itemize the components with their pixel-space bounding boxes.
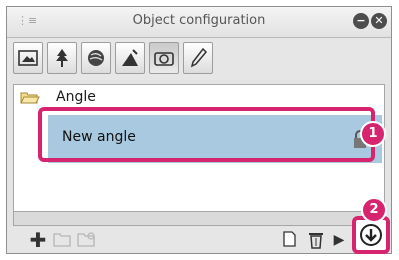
title-bar[interactable]: ⋮≡ Object configuration − ✕ <box>7 7 391 38</box>
pen-icon <box>190 47 208 68</box>
folder-settings-icon[interactable] <box>77 230 97 250</box>
tree-icon <box>56 49 68 67</box>
tab-camera[interactable] <box>149 42 179 74</box>
delete-icon[interactable] <box>307 230 325 250</box>
object-toolbar <box>7 38 391 80</box>
highlight-frame-1 <box>38 107 375 162</box>
folder-open-icon <box>20 92 40 104</box>
play-icon[interactable]: ▶ <box>333 230 345 250</box>
shading-icon <box>88 50 104 66</box>
tab-pen[interactable] <box>183 42 213 74</box>
tab-light[interactable] <box>115 42 145 74</box>
collapse-circle-icon[interactable]: − <box>353 13 369 29</box>
annotation-badge-1: 1 <box>360 121 386 147</box>
tab-shading[interactable] <box>81 42 111 74</box>
frame-icon <box>18 50 38 66</box>
tab-tree[interactable] <box>47 42 77 74</box>
bottom-toolbar: ✚ ▶ <box>7 227 391 253</box>
camera-icon <box>154 52 174 66</box>
horizontal-scrollbar[interactable] <box>13 212 385 226</box>
new-folder-icon[interactable] <box>53 230 73 250</box>
folder-label: Angle <box>56 89 96 105</box>
annotation-badge-2: 2 <box>361 197 387 223</box>
close-circle-icon[interactable]: ✕ <box>371 13 387 29</box>
panel-title: Object configuration <box>132 13 266 28</box>
tab-frame[interactable] <box>13 42 43 74</box>
light-icon <box>122 49 138 66</box>
download-icon[interactable] <box>359 223 383 247</box>
add-icon[interactable]: ✚ <box>29 230 47 250</box>
copy-icon[interactable] <box>283 230 297 250</box>
